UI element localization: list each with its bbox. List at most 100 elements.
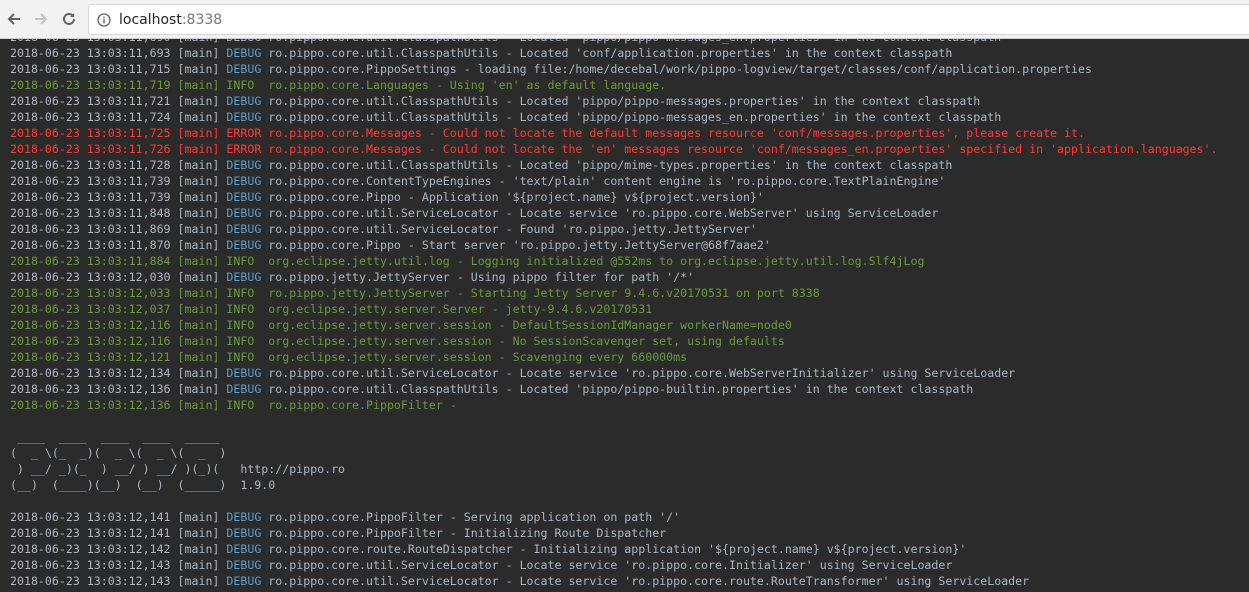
reload-button[interactable] — [57, 7, 81, 31]
log-timestamp: 2018-06-23 13:03:11,719 — [10, 78, 171, 92]
url-port: :8338 — [181, 11, 223, 28]
log-level: DEBUG — [226, 94, 262, 108]
log-line: 2018-06-23 13:03:12,030 [main] DEBUG ro.… — [10, 269, 1239, 285]
log-thread: [main] — [177, 366, 220, 380]
log-message: ro.pippo.core.Languages - Using 'en' as … — [268, 78, 667, 92]
log-level: DEBUG — [226, 542, 262, 556]
log-line: 2018-06-23 13:03:12,121 [main] INFO org.… — [10, 349, 1239, 365]
log-thread: [main] — [177, 62, 220, 76]
log-timestamp: 2018-06-23 13:03:11,869 — [10, 222, 171, 236]
log-line: 2018-06-23 13:03:12,136 [main] DEBUG ro.… — [10, 381, 1239, 397]
log-level: INFO — [226, 78, 262, 92]
log-line: 2018-06-23 13:03:11,725 [main] ERROR ro.… — [10, 125, 1239, 141]
log-thread: [main] — [177, 398, 220, 412]
log-level: ERROR — [226, 142, 262, 156]
log-level: INFO — [226, 254, 262, 268]
browser-toolbar: localhost:8338 — [0, 0, 1249, 39]
log-message: org.eclipse.jetty.server.session - Defau… — [268, 318, 792, 332]
log-timestamp: 2018-06-23 13:03:12,033 — [10, 286, 171, 300]
log-message: ro.pippo.core.util.ClasspathUtils - Loca… — [268, 94, 981, 108]
log-message: ro.pippo.jetty.JettyServer - Using pippo… — [268, 270, 695, 284]
log-line: 2018-06-23 13:03:11,739 [main] DEBUG ro.… — [10, 173, 1239, 189]
log-line: 2018-06-23 13:03:12,141 [main] DEBUG ro.… — [10, 509, 1239, 525]
log-timestamp: 2018-06-23 13:03:11,715 — [10, 62, 171, 76]
log-line: 2018-06-23 13:03:12,136 [main] INFO ro.p… — [10, 397, 1239, 413]
log-level: DEBUG — [226, 238, 262, 252]
log-message: ro.pippo.core.util.ClasspathUtils - Loca… — [268, 382, 974, 396]
log-timestamp: 2018-06-23 13:03:12,116 — [10, 318, 171, 332]
log-line: 2018-06-23 13:03:11,739 [main] DEBUG ro.… — [10, 189, 1239, 205]
log-message: ro.pippo.core.util.ServiceLocator - Foun… — [268, 222, 757, 236]
arrow-left-icon — [6, 11, 22, 27]
log-thread: [main] — [177, 526, 220, 540]
log-timestamp: 2018-06-23 13:03:11,739 — [10, 190, 171, 204]
log-level: INFO — [226, 318, 262, 332]
log-thread: [main] — [177, 110, 220, 124]
log-line: 2018-06-23 13:03:11,870 [main] DEBUG ro.… — [10, 237, 1239, 253]
log-thread: [main] — [177, 158, 220, 172]
arrow-right-icon — [33, 11, 49, 27]
log-level: DEBUG — [226, 574, 262, 588]
log-message: ro.pippo.core.util.ClasspathUtils - Loca… — [268, 110, 1002, 124]
log-message: ro.pippo.core.PippoFilter - Serving appl… — [268, 510, 681, 524]
log-thread: [main] — [177, 78, 220, 92]
url-host: localhost — [119, 11, 182, 28]
log-thread: [main] — [177, 222, 220, 236]
log-level: ERROR — [226, 126, 262, 140]
log-thread: [main] — [177, 334, 220, 348]
log-line: 2018-06-23 13:03:11,869 [main] DEBUG ro.… — [10, 221, 1239, 237]
log-line: 2018-06-23 13:03:12,037 [main] INFO org.… — [10, 301, 1239, 317]
log-thread: [main] — [177, 318, 220, 332]
log-timestamp: 2018-06-23 13:03:12,142 — [10, 542, 171, 556]
log-message: ro.pippo.jetty.JettyServer - Starting Je… — [268, 286, 820, 300]
log-level: DEBUG — [226, 206, 262, 220]
log-line: 2018-06-23 13:03:11,719 [main] INFO ro.p… — [10, 77, 1239, 93]
log-message: ro.pippo.core.util.ClasspathUtils - Loca… — [268, 158, 953, 172]
log-timestamp: 2018-06-23 13:03:12,037 — [10, 302, 171, 316]
back-button[interactable] — [2, 7, 26, 31]
log-line: 2018-06-23 13:03:12,143 [main] DEBUG ro.… — [10, 573, 1239, 589]
log-line: 2018-06-23 13:03:11,884 [main] INFO org.… — [10, 253, 1239, 269]
log-line: 2018-06-23 13:03:11,693 [main] DEBUG ro.… — [10, 45, 1239, 61]
log-level: DEBUG — [226, 526, 262, 540]
log-timestamp: 2018-06-23 13:03:12,136 — [10, 382, 171, 396]
log-message: org.eclipse.jetty.server.Server - jetty-… — [268, 302, 653, 316]
log-line: 2018-06-23 13:03:11,728 [main] DEBUG ro.… — [10, 157, 1239, 173]
address-bar[interactable]: localhost:8338 — [88, 4, 1249, 35]
log-thread: [main] — [177, 286, 220, 300]
info-icon[interactable] — [97, 12, 111, 27]
reload-icon — [61, 11, 77, 27]
log-level: INFO — [226, 398, 262, 412]
log-thread: [main] — [177, 270, 220, 284]
log-message: ro.pippo.core.util.ClasspathUtils - Loca… — [268, 46, 953, 60]
log-thread: [main] — [177, 574, 220, 588]
log-level: INFO — [226, 286, 262, 300]
log-timestamp: 2018-06-23 13:03:11,870 — [10, 238, 171, 252]
log-level: DEBUG — [226, 270, 262, 284]
log-timestamp: 2018-06-23 13:03:12,141 — [10, 510, 171, 524]
log-timestamp: 2018-06-23 13:03:11,693 — [10, 46, 171, 60]
log-thread: [main] — [177, 238, 220, 252]
url-text: localhost:8338 — [119, 12, 222, 28]
log-message: ro.pippo.core.Messages - Could not locat… — [268, 142, 1218, 156]
log-message: ro.pippo.core.Messages - Could not locat… — [268, 126, 1085, 140]
log-level: INFO — [226, 302, 262, 316]
log-thread: [main] — [177, 382, 220, 396]
log-line: 2018-06-23 13:03:11,848 [main] DEBUG ro.… — [10, 205, 1239, 221]
log-thread: [main] — [177, 302, 220, 316]
log-timestamp: 2018-06-23 13:03:12,134 — [10, 366, 171, 380]
log-line: 2018-06-23 13:03:12,142 [main] DEBUG ro.… — [10, 541, 1239, 557]
log-timestamp: 2018-06-23 13:03:11,848 — [10, 206, 171, 220]
log-timestamp: 2018-06-23 13:03:12,143 — [10, 574, 171, 588]
banner-line — [10, 413, 1239, 429]
log-timestamp: 2018-06-23 13:03:12,116 — [10, 334, 171, 348]
log-level: DEBUG — [226, 222, 262, 236]
banner-line: ) __/ _)(_ ) __/ ) __/ )(_)( http://pipp… — [10, 462, 346, 476]
log-level: DEBUG — [226, 110, 262, 124]
log-thread: [main] — [177, 510, 220, 524]
log-thread: [main] — [177, 254, 220, 268]
forward-button[interactable] — [29, 7, 53, 31]
log-timestamp: 2018-06-23 13:03:11,721 — [10, 94, 171, 108]
log-lines: 2018-06-23 13:03:11,690 [main] DEBUG ro.… — [10, 39, 1239, 592]
log-timestamp: 2018-06-23 13:03:11,726 — [10, 142, 171, 156]
